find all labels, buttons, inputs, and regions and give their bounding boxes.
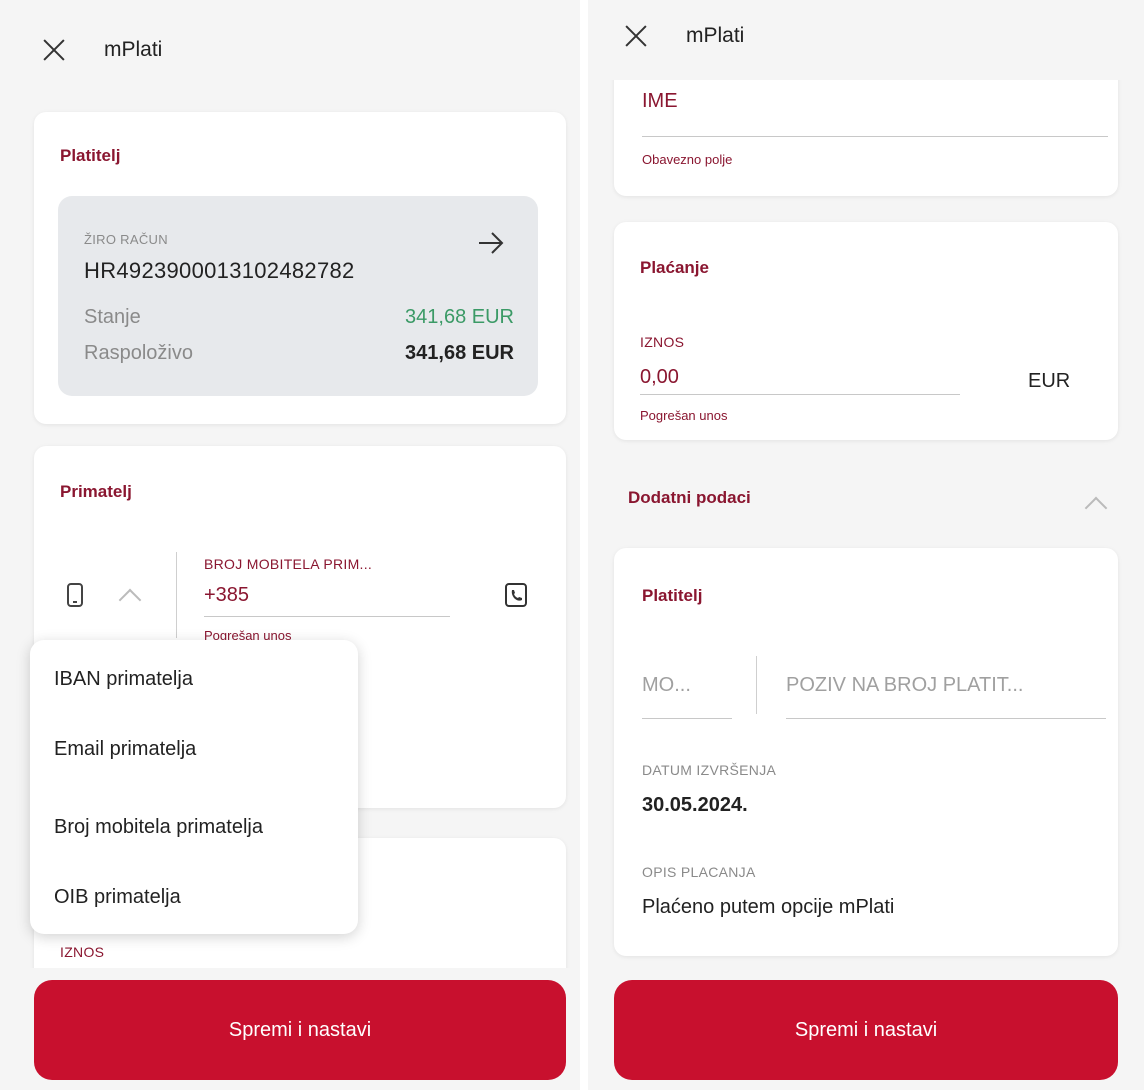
name-required-hint: Obavezno polje	[642, 152, 733, 167]
recipient-type-dropdown: IBAN primatelja Email primatelja Broj mo…	[30, 640, 358, 934]
contacts-phone-icon[interactable]	[504, 582, 528, 608]
additional-payer-card: Platitelj MO... POZIV NA BROJ PLATIT... …	[614, 548, 1118, 956]
save-continue-button[interactable]: Spremi i nastavi	[34, 980, 566, 1080]
amount-input[interactable]: 0,00	[640, 366, 679, 389]
close-icon[interactable]	[40, 36, 68, 64]
model-input[interactable]: MO...	[642, 674, 691, 697]
payment-description-label: OPIS PLACANJA	[642, 864, 756, 880]
available-value: 341,68 EUR	[405, 342, 514, 364]
bottom-bar: Spremi i nastavi	[588, 968, 1144, 1090]
amount-input-underline	[640, 394, 960, 395]
payer-section-title: Platitelj	[60, 146, 121, 165]
right-screen: mPlati IME Obavezno polje Plaćanje IZNOS…	[588, 0, 1144, 1090]
additional-payer-title: Platitelj	[642, 586, 703, 605]
top-bar: mPlati	[588, 0, 1144, 80]
mobile-phone-icon	[67, 583, 83, 607]
save-continue-button[interactable]: Spremi i nastavi	[614, 980, 1118, 1080]
top-bar: mPlati	[0, 0, 580, 96]
model-underline	[642, 718, 732, 719]
recipient-phone-input[interactable]: +385	[204, 584, 249, 607]
amount-label: IZNOS	[640, 334, 685, 350]
recipient-section-title: Primatelj	[60, 482, 132, 501]
execution-date-value[interactable]: 30.05.2024.	[642, 794, 748, 817]
name-input[interactable]: IME	[642, 90, 678, 113]
additional-data-title: Dodatni podaci	[628, 488, 751, 507]
chevron-up-icon[interactable]	[1084, 496, 1108, 520]
reference-input[interactable]: POZIV NA BROJ PLATIT...	[786, 674, 1023, 697]
menu-item-oib[interactable]: OIB primatelja	[54, 886, 181, 909]
payment-card: Plaćanje IZNOS 0,00 EUR Pogrešan unos	[614, 222, 1118, 440]
name-input-underline	[642, 136, 1108, 137]
bottom-bar: Spremi i nastavi	[0, 968, 580, 1090]
screen-title: mPlati	[104, 38, 163, 61]
account-tile[interactable]: ŽIRO RAČUN HR4923900013102482782 Stanje …	[58, 196, 538, 396]
balance-value: 341,68 EUR	[405, 306, 514, 328]
amount-error: Pogrešan unos	[640, 408, 728, 423]
menu-item-email[interactable]: Email primatelja	[54, 738, 196, 761]
recipient-input-underline	[204, 616, 450, 617]
name-card: IME Obavezno polje	[614, 60, 1118, 196]
left-screen: mPlati Platitelj ŽIRO RAČUN HR4923900013…	[0, 0, 580, 1090]
account-type-label: ŽIRO RAČUN	[84, 232, 168, 247]
balance-label: Stanje	[84, 306, 141, 328]
payer-card: Platitelj ŽIRO RAČUN HR49239000131024827…	[34, 112, 566, 424]
execution-date-label: DATUM IZVRŠENJA	[642, 762, 777, 778]
menu-item-iban[interactable]: IBAN primatelja	[54, 668, 193, 691]
close-icon[interactable]	[622, 22, 650, 50]
arrow-right-icon[interactable]	[478, 232, 504, 254]
amount-label: IZNOS	[60, 944, 105, 960]
menu-item-mobile[interactable]: Broj mobitela primatelja	[54, 816, 263, 839]
recipient-field-label: BROJ MOBITELA PRIM...	[204, 556, 373, 572]
currency-label: EUR	[1028, 370, 1071, 392]
chevron-up-icon[interactable]	[118, 588, 142, 612]
account-iban: HR4923900013102482782	[84, 258, 355, 283]
available-label: Raspoloživo	[84, 342, 193, 364]
reference-underline	[786, 718, 1106, 719]
divider	[176, 552, 177, 638]
divider	[756, 656, 757, 714]
screen-title: mPlati	[686, 24, 745, 47]
payment-description-value[interactable]: Plaćeno putem opcije mPlati	[642, 896, 894, 919]
payment-section-title: Plaćanje	[640, 258, 709, 277]
